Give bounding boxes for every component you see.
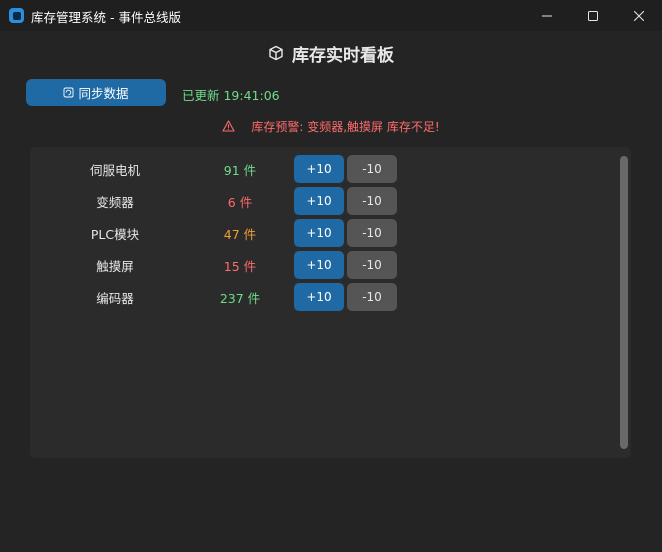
item-name: 伺服电机 [89, 162, 140, 178]
decrease-button[interactable]: -10 [347, 187, 397, 215]
item-name: 触摸屏 [96, 258, 134, 274]
item-name: 变频器 [96, 194, 134, 210]
stock-alert: 库存预警: 变频器,触摸屏 库存不足! [0, 117, 662, 135]
decrease-button[interactable]: -10 [347, 251, 397, 279]
item-name: PLC模块 [90, 226, 140, 242]
close-icon [634, 10, 644, 21]
inventory-row: 触摸屏 15 件 +10 -10 [30, 251, 450, 279]
item-quantity: 15 件 [223, 258, 257, 274]
inventory-row: PLC模块 47 件 +10 -10 [30, 219, 450, 247]
warning-icon [222, 120, 235, 132]
maximize-button[interactable] [570, 0, 616, 31]
window-title: 库存管理系统 - 事件总线版 [31, 10, 181, 25]
item-quantity: 91 件 [223, 162, 257, 178]
title-bar: 库存管理系统 - 事件总线版 [0, 0, 662, 31]
item-quantity: 6 件 [227, 194, 253, 210]
dashboard-header: 库存实时看板 [0, 40, 662, 66]
minimize-icon [542, 15, 552, 16]
sync-button-label: 同步数据 [78, 86, 129, 101]
last-updated-text: 已更新 19:41:06 [182, 88, 280, 103]
increase-button[interactable]: +10 [294, 187, 344, 215]
item-quantity: 237 件 [219, 290, 261, 306]
alert-text: 库存预警: 变频器,触摸屏 库存不足! [251, 119, 440, 134]
inventory-row: 编码器 237 件 +10 -10 [30, 283, 450, 311]
increase-button[interactable]: +10 [294, 251, 344, 279]
sync-data-button[interactable]: 同步数据 [26, 79, 166, 106]
item-name: 编码器 [96, 290, 134, 306]
inventory-row: 变频器 6 件 +10 -10 [30, 187, 450, 215]
increase-button[interactable]: +10 [294, 283, 344, 311]
app-icon [9, 8, 24, 23]
maximize-icon [588, 10, 598, 21]
decrease-button[interactable]: -10 [347, 283, 397, 311]
inventory-row: 伺服电机 91 件 +10 -10 [30, 155, 450, 183]
cube-icon [269, 45, 283, 61]
close-button[interactable] [616, 0, 662, 31]
increase-button[interactable]: +10 [294, 219, 344, 247]
decrease-button[interactable]: -10 [347, 155, 397, 183]
page-title: 库存实时看板 [292, 45, 394, 66]
scrollbar[interactable] [620, 156, 628, 449]
decrease-button[interactable]: -10 [347, 219, 397, 247]
item-quantity: 47 件 [223, 226, 257, 242]
minimize-button[interactable] [524, 0, 570, 31]
increase-button[interactable]: +10 [294, 155, 344, 183]
refresh-icon [64, 87, 74, 98]
